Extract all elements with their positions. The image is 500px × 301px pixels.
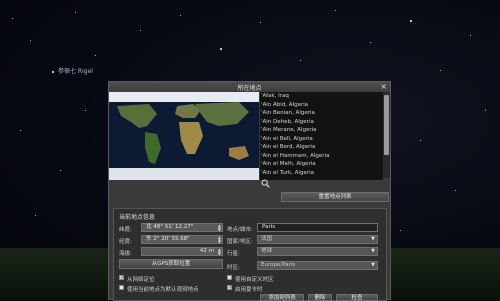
location-name-label: 地点/城市: — [227, 227, 253, 233]
checkmark-icon: ✓ — [228, 285, 233, 291]
location-list-item[interactable]: 'Ain el Bell, Algeria — [260, 135, 383, 144]
star-rigel — [52, 71, 54, 73]
location-list-item[interactable]: 'Ain Merane, Algeria — [260, 126, 383, 135]
country-label: 国家/地区: — [227, 239, 253, 245]
use-as-default-checkbox[interactable] — [119, 285, 124, 290]
location-name-input[interactable]: Paris — [257, 223, 378, 232]
star — [410, 20, 412, 22]
longitude-label: 经度: — [119, 239, 132, 245]
location-list-item[interactable]: 'Afak, Iraq — [260, 92, 383, 101]
longitude-input[interactable]: 东 2° 20' 55.68" ▲ ▼ — [141, 235, 223, 244]
country-value: 法国 — [261, 236, 273, 242]
dialog-title: 所在地点 — [237, 85, 262, 92]
use-as-default-label: 使用当前地点为默认观测地点 — [127, 287, 199, 293]
star — [335, 10, 336, 11]
dst-label: 启用夏令时 — [235, 287, 263, 293]
spinner-arrows-icon[interactable]: ▲ ▼ — [218, 248, 221, 256]
location-dialog: 所在地点 × 'Afak, Iraq 'Ain Abid, Algeria 'A… — [108, 81, 391, 301]
timezone-select[interactable]: Europe/Paris ▼ — [257, 261, 378, 270]
reset-location-list-button[interactable]: 重置地点列表 — [281, 192, 389, 202]
star — [455, 190, 456, 191]
planet-value: 地球 — [261, 248, 273, 254]
star — [220, 48, 222, 50]
latitude-input[interactable]: 北 48° 51' 12.27" ▲ ▼ — [141, 223, 223, 232]
location-list-item[interactable]: 'Ain Benian, Algeria — [260, 109, 383, 118]
country-select[interactable]: 法国 ▼ — [257, 235, 378, 244]
dialog-titlebar[interactable]: 所在地点 × — [109, 82, 390, 92]
dst-checkbox[interactable]: ✓ — [227, 285, 233, 291]
star-label-rigel: 参宿七 Rigel — [58, 68, 93, 75]
altitude-value: 42 m — [199, 248, 214, 254]
star — [20, 130, 21, 131]
altitude-input[interactable]: 42 m ▲ ▼ — [141, 247, 223, 256]
star — [420, 140, 421, 141]
use-network-checkbox[interactable]: ✓ — [119, 275, 125, 281]
chevron-down-icon: ▼ — [371, 248, 375, 254]
star — [470, 35, 471, 36]
search-icon[interactable] — [261, 179, 270, 188]
location-list-scrollbar[interactable] — [383, 92, 390, 178]
star — [75, 12, 76, 13]
star — [30, 40, 31, 41]
star — [260, 22, 261, 23]
star — [85, 110, 86, 111]
timezone-value: Europe/Paris — [261, 262, 296, 268]
location-list-item[interactable]: 'Ain Abid, Algeria — [260, 101, 383, 110]
latitude-label: 纬度: — [119, 227, 132, 233]
gps-locate-button[interactable]: 从GPS获取位置 — [119, 259, 223, 269]
star — [370, 42, 371, 43]
timezone-label: 时区: — [227, 265, 240, 271]
chevron-down-icon: ▼ — [371, 262, 375, 268]
planet-select[interactable]: 地球 ▼ — [257, 247, 378, 256]
spinner-arrows-icon[interactable]: ▲ ▼ — [218, 236, 221, 244]
location-list-item[interactable]: 'Ain Deheb, Algeria — [260, 118, 383, 127]
spinner-arrows-icon[interactable]: ▲ ▼ — [218, 224, 221, 232]
location-list[interactable]: 'Afak, Iraq 'Ain Abid, Algeria 'Ain Beni… — [260, 92, 383, 180]
scrollbar-thumb[interactable] — [384, 95, 389, 155]
star — [400, 230, 401, 231]
star — [140, 30, 141, 31]
checkmark-icon: ✓ — [120, 275, 125, 281]
custom-timezone-checkbox[interactable] — [227, 275, 232, 280]
location-list-item[interactable]: 'Ain el Berd, Algeria — [260, 143, 383, 152]
longitude-value: 东 2° 20' 55.68" — [146, 236, 190, 242]
star — [60, 170, 61, 171]
altitude-label: 海拔: — [119, 251, 132, 257]
planet-label: 行星: — [227, 251, 240, 257]
star — [180, 15, 181, 16]
close-icon[interactable]: × — [380, 82, 387, 91]
custom-timezone-label: 使用自定义时区 — [235, 277, 274, 283]
latitude-value: 北 48° 51' 12.27" — [146, 224, 194, 230]
location-list-item[interactable]: 'Ain el Hammam, Algeria — [260, 152, 383, 161]
chevron-down-icon: ▼ — [371, 236, 375, 242]
star — [440, 70, 441, 71]
star — [95, 55, 96, 56]
use-network-label: 从网络定位 — [127, 277, 155, 283]
star — [35, 215, 36, 216]
location-list-item[interactable]: 'Ain el Turk, Algeria — [260, 169, 383, 178]
star — [12, 18, 13, 19]
star — [300, 60, 301, 61]
world-map[interactable] — [109, 92, 259, 180]
star — [485, 110, 486, 111]
section-title: 当前地点信息 — [119, 214, 156, 221]
location-list-item[interactable]: 'Ain el Melh, Algeria — [260, 160, 383, 169]
